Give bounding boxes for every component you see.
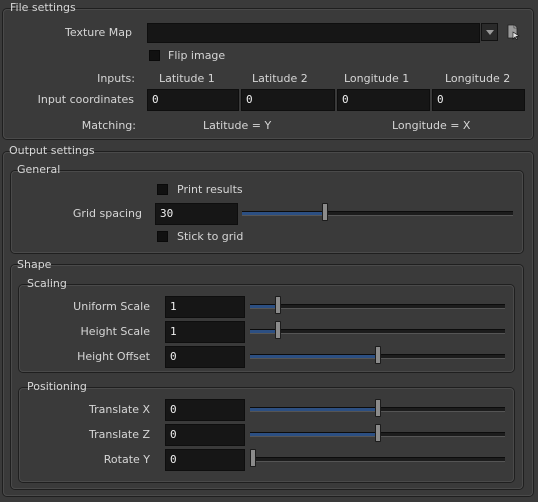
uniform-scale-slider-handle[interactable]	[275, 296, 281, 314]
stick-to-grid-checkbox[interactable]	[157, 231, 168, 242]
rotate-y-label: Rotate Y	[103, 453, 150, 466]
height-offset-slider[interactable]	[250, 346, 505, 364]
uniform-scale-slider[interactable]	[250, 296, 505, 314]
texture-map-dropdown-button[interactable]	[481, 23, 498, 41]
flip-image-checkbox[interactable]	[149, 50, 160, 61]
scaling-title: Scaling	[27, 277, 67, 290]
rotate-y-slider-handle[interactable]	[250, 449, 256, 467]
grid-spacing-input[interactable]: 30	[155, 203, 238, 225]
rotate-y-input[interactable]: 0	[165, 449, 245, 471]
latitude-2-input[interactable]: 0	[241, 89, 335, 111]
translate-z-input[interactable]: 0	[165, 424, 245, 446]
height-scale-slider[interactable]	[250, 321, 505, 339]
inputs-label: Inputs:	[97, 72, 135, 85]
matching-latitude: Latitude = Y	[203, 119, 272, 132]
grid-spacing-label: Grid spacing	[72, 207, 142, 220]
texture-map-label: Texture Map	[65, 26, 132, 39]
uniform-scale-input[interactable]: 1	[165, 296, 245, 318]
uniform-scale-label: Uniform Scale	[73, 300, 150, 313]
print-results-label: Print results	[177, 183, 243, 196]
matching-longitude: Longitude = X	[392, 119, 471, 132]
translate-z-slider-fill	[250, 433, 376, 436]
height-scale-input[interactable]: 1	[165, 321, 245, 343]
stick-to-grid-label: Stick to grid	[177, 230, 244, 243]
rotate-y-slider[interactable]	[250, 449, 505, 467]
translate-x-input[interactable]: 0	[165, 399, 245, 421]
translate-x-label: Translate X	[89, 403, 150, 416]
translate-x-slider-fill	[250, 408, 376, 411]
matching-label: Matching:	[81, 119, 136, 132]
height-offset-label: Height Offset	[77, 350, 150, 363]
column-latitude-2: Latitude 2	[252, 72, 308, 85]
column-longitude-2: Longitude 2	[445, 72, 511, 85]
flip-image-label: Flip image	[168, 49, 226, 62]
height-scale-slider-fill	[250, 330, 276, 333]
print-results-checkbox[interactable]	[157, 184, 168, 195]
texture-map-field[interactable]	[147, 23, 480, 43]
height-scale-slider-handle[interactable]	[275, 321, 281, 339]
latitude-1-input[interactable]: 0	[147, 89, 239, 111]
grid-spacing-slider[interactable]	[242, 203, 513, 221]
translate-z-slider-handle[interactable]	[375, 424, 381, 442]
input-coordinates-label: Input coordinates	[37, 93, 134, 106]
column-longitude-1: Longitude 1	[344, 72, 410, 85]
grid-spacing-slider-handle[interactable]	[322, 203, 328, 221]
general-title: General	[17, 163, 61, 176]
longitude-1-input[interactable]: 0	[337, 89, 430, 111]
height-offset-slider-handle[interactable]	[375, 346, 381, 364]
translate-z-label: Translate Z	[89, 428, 150, 441]
translate-z-slider[interactable]	[250, 424, 505, 442]
translate-x-slider-handle[interactable]	[375, 399, 381, 417]
uniform-scale-slider-fill	[250, 305, 276, 308]
output-settings-title: Output settings	[9, 144, 95, 157]
translate-x-slider[interactable]	[250, 399, 505, 417]
shape-title: Shape	[17, 258, 52, 271]
positioning-title: Positioning	[27, 380, 87, 393]
longitude-2-input[interactable]: 0	[432, 89, 525, 111]
height-offset-slider-fill	[250, 355, 376, 358]
column-latitude-1: Latitude 1	[159, 72, 215, 85]
height-scale-label: Height Scale	[80, 325, 150, 338]
file-settings-title: File settings	[10, 1, 76, 14]
height-offset-input[interactable]: 0	[165, 346, 245, 368]
grid-spacing-slider-fill	[242, 212, 323, 215]
file-browse-icon[interactable]	[506, 24, 520, 40]
